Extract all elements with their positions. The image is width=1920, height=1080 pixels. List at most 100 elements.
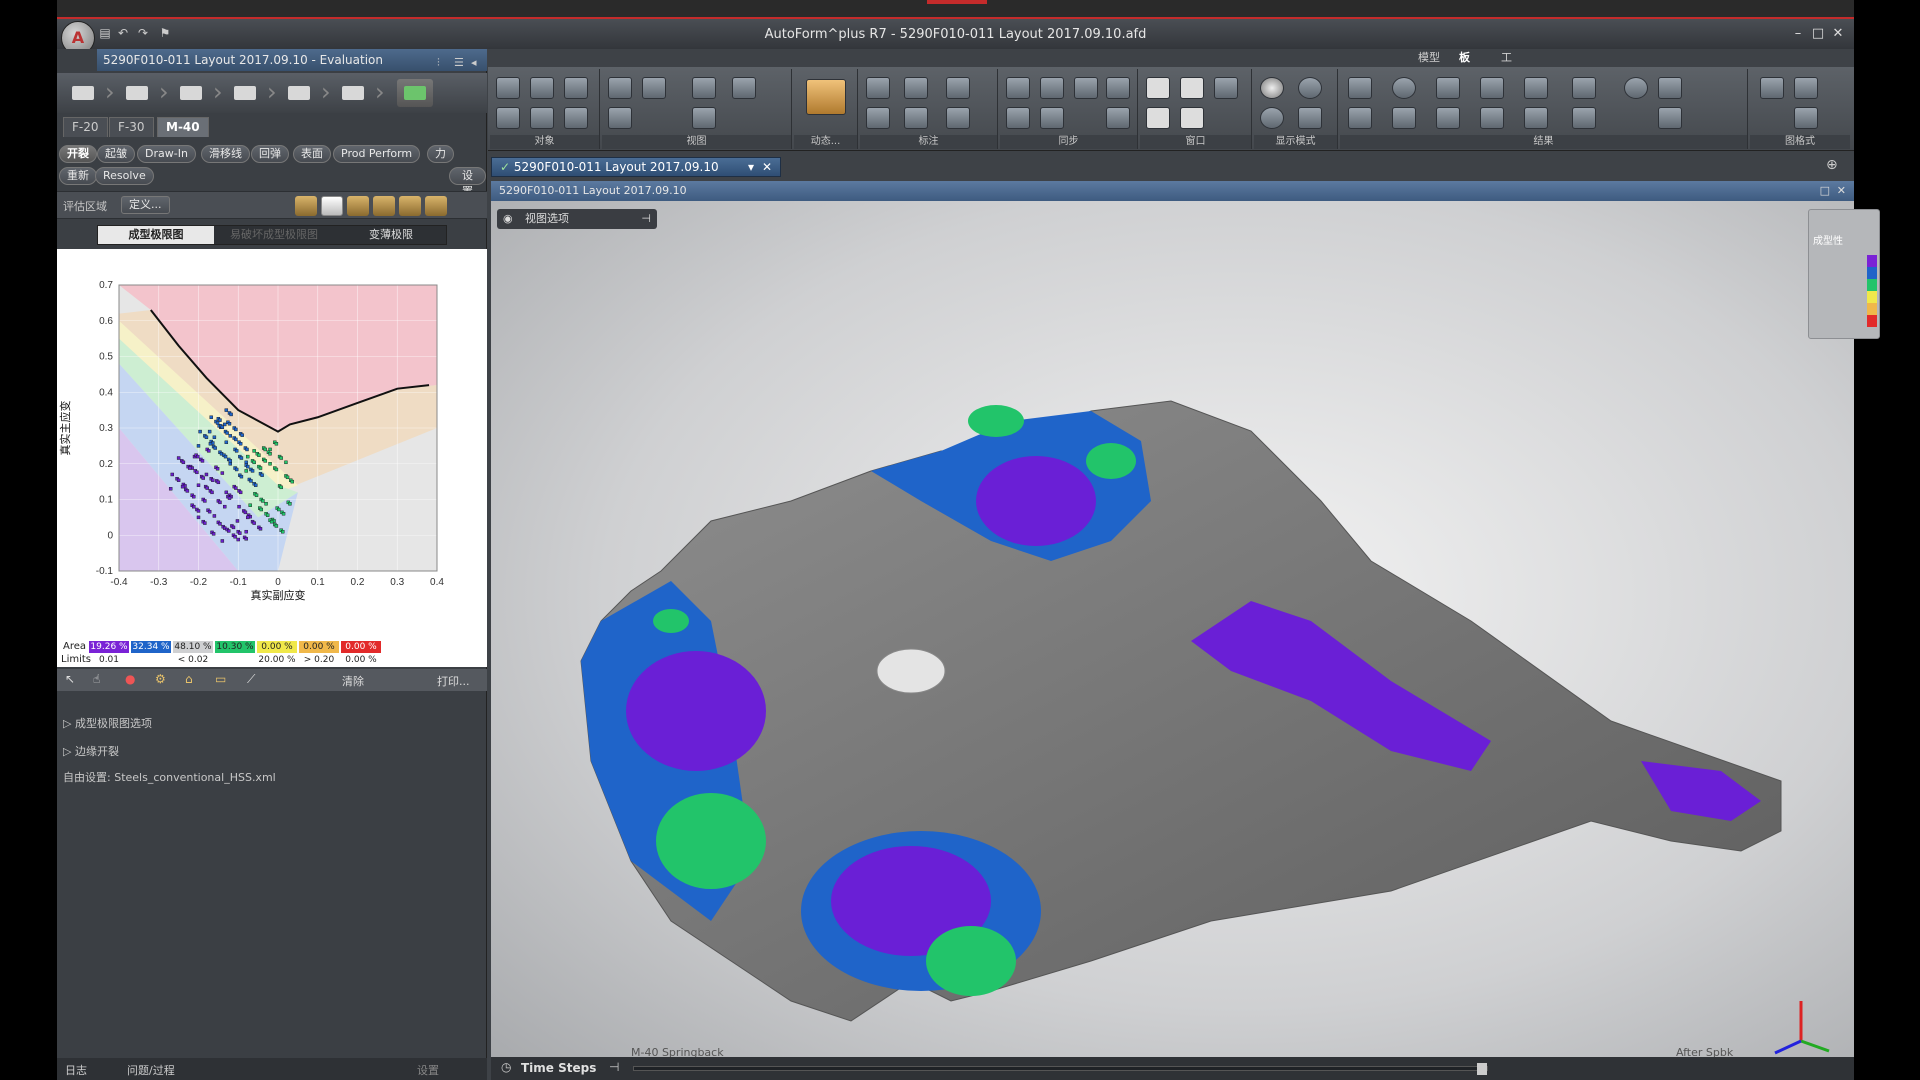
pill-skid[interactable]: 滑移线 <box>201 145 250 163</box>
clock-icon[interactable] <box>1006 107 1030 129</box>
surface-icon[interactable] <box>530 77 554 99</box>
bottom-settings[interactable]: 设置 <box>417 1062 439 1078</box>
object-icon[interactable] <box>496 77 520 99</box>
window-single-icon[interactable] <box>1146 77 1170 99</box>
wireframe-icon[interactable] <box>1298 77 1322 99</box>
pointer-icon[interactable]: ↖ <box>65 672 75 686</box>
view-icon[interactable] <box>608 77 632 99</box>
evaluate-icon[interactable] <box>397 79 433 107</box>
label-icon[interactable] <box>866 107 890 129</box>
window-hsplit-icon[interactable] <box>1146 107 1170 129</box>
view-options-bar[interactable]: ◉ 视图选项 ⊣ <box>497 209 657 229</box>
result-compare-icon[interactable] <box>1658 77 1682 99</box>
pill-force[interactable]: 力 <box>427 145 454 163</box>
video-icon[interactable] <box>1006 77 1030 99</box>
pin-icon[interactable]: ⊣ <box>641 209 651 229</box>
tab-f20[interactable]: F-20 <box>63 117 108 137</box>
format-scale-icon[interactable] <box>1794 107 1818 129</box>
result-warning-icon[interactable] <box>1624 77 1648 99</box>
window-cascade-icon[interactable] <box>1214 77 1238 99</box>
tab-thinning[interactable]: 变薄极限 <box>334 226 448 244</box>
pin-icon[interactable]: ⫶ <box>437 52 451 69</box>
zoom-box-icon[interactable] <box>692 107 716 129</box>
probe-tool-icon[interactable] <box>946 77 970 99</box>
unlink-icon[interactable] <box>1106 107 1130 129</box>
flange-icon[interactable] <box>281 79 317 107</box>
pill-split[interactable]: 开裂 <box>59 145 97 163</box>
punch-icon[interactable] <box>530 107 554 129</box>
result-pin-icon[interactable] <box>1436 77 1460 99</box>
result-curve-icon[interactable] <box>1480 107 1504 129</box>
result-flc-icon[interactable] <box>1572 107 1596 129</box>
result-wave-icon[interactable] <box>1524 107 1548 129</box>
die-icon[interactable] <box>496 107 520 129</box>
pick-icon[interactable]: ☝ <box>93 672 100 686</box>
timeline-handle[interactable] <box>1477 1063 1487 1075</box>
probe-icon[interactable] <box>399 196 421 216</box>
pill-drawin[interactable]: Draw-In <box>137 145 196 163</box>
camera-icon[interactable] <box>732 77 756 99</box>
result-layer-icon[interactable] <box>1658 107 1682 129</box>
zoom-icon[interactable]: ▭ <box>215 672 226 686</box>
result-stack-icon[interactable] <box>1524 77 1548 99</box>
draw-icon[interactable] <box>173 79 209 107</box>
tab-close-icon[interactable]: ✕ <box>762 158 772 176</box>
section-edge-crack[interactable]: ▷ 边缘开裂 <box>63 743 119 759</box>
measure-icon[interactable] <box>904 77 928 99</box>
pill-resolve[interactable]: Resolve <box>95 167 154 185</box>
viewport-close-icon[interactable]: ✕ <box>1837 181 1846 201</box>
tab-flc[interactable]: 成型极限图 <box>98 226 214 244</box>
define-button[interactable]: 定义... <box>121 196 170 214</box>
result-ellipse-icon[interactable] <box>1392 107 1416 129</box>
ribbon-tab-model[interactable]: 模型 <box>1418 49 1440 65</box>
format-axis-icon[interactable] <box>1794 77 1818 99</box>
restore-icon[interactable]: □ <box>1820 181 1830 201</box>
view-fit-icon[interactable] <box>692 77 716 99</box>
gear-icon[interactable]: ⚙ <box>155 672 166 686</box>
sync-icon[interactable] <box>1040 77 1064 99</box>
shade-icon[interactable] <box>295 196 317 216</box>
window-split-icon[interactable] <box>1180 77 1204 99</box>
marker-icon[interactable] <box>946 107 970 129</box>
mark-icon[interactable]: ● <box>125 672 135 686</box>
line-icon[interactable]: ⟋ <box>247 672 255 687</box>
grid-icon[interactable] <box>373 196 395 216</box>
pill-springback[interactable]: 回弹 <box>251 145 289 163</box>
tab-m40[interactable]: M-40 <box>157 117 209 137</box>
result-angle-icon[interactable] <box>1572 77 1596 99</box>
tab-f30[interactable]: F-30 <box>109 117 154 137</box>
value-icon[interactable] <box>904 107 928 129</box>
collapse-icon[interactable]: ◂ <box>471 52 485 69</box>
result-node-icon[interactable] <box>1436 107 1460 129</box>
home-icon[interactable]: ⌂ <box>185 672 193 686</box>
monitor-icon[interactable] <box>335 79 371 107</box>
pin-icon[interactable]: ⊣ <box>609 1060 619 1074</box>
tab-fld-vulnerable[interactable]: 易破坏成型极限图 <box>214 226 334 244</box>
3d-viewport[interactable]: ◉ 视图选项 ⊣ 成型性 M-40 Springback After Spbk <box>491 201 1880 1080</box>
settings-button[interactable]: 设置 <box>449 167 486 198</box>
pill-surface[interactable]: 表面 <box>293 145 331 163</box>
mail-icon[interactable] <box>321 196 343 216</box>
dynamic-section-icon[interactable] <box>806 79 846 115</box>
print-button[interactable]: 打印... <box>437 673 470 689</box>
chevron-down-icon[interactable]: ▾ <box>748 158 754 176</box>
select-icon[interactable] <box>866 77 890 99</box>
timeline-slider[interactable] <box>633 1063 1488 1075</box>
format-graph-icon[interactable] <box>1760 77 1784 99</box>
tab-log[interactable]: 日志 <box>65 1062 87 1078</box>
close-icon[interactable]: ✕ <box>1829 25 1847 43</box>
result-sheet-icon[interactable] <box>1348 77 1372 99</box>
chart-icon[interactable] <box>1040 107 1064 129</box>
holder-icon[interactable] <box>119 79 155 107</box>
pill-prod-perform[interactable]: Prod Perform <box>333 145 421 163</box>
add-tab-icon[interactable]: ⊕ <box>1826 157 1838 173</box>
result-egg-icon[interactable] <box>1392 77 1416 99</box>
pill-wrinkle[interactable]: 起皱 <box>97 145 135 163</box>
view-rotate-icon[interactable] <box>642 77 666 99</box>
trim-icon[interactable] <box>227 79 263 107</box>
result-mail-icon[interactable] <box>1480 77 1504 99</box>
section-flc-options[interactable]: ▷ 成型极限图选项 <box>63 715 152 731</box>
layer-icon[interactable] <box>347 196 369 216</box>
document-tab[interactable]: ✓ 5290F010-011 Layout 2017.09.10 ▾ ✕ <box>491 157 781 177</box>
transparent-icon[interactable] <box>1298 107 1322 129</box>
